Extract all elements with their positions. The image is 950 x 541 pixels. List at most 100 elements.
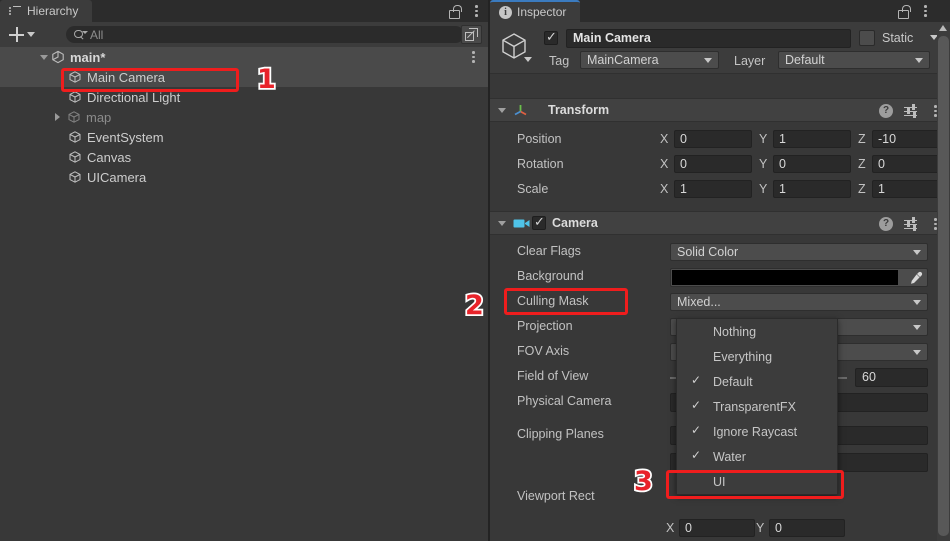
rotation-x-input[interactable]: 0 [674, 154, 752, 173]
camera-enabled-checkbox[interactable] [532, 214, 546, 230]
layer-dropdown-value: Default [785, 53, 825, 67]
transform-scale-row: Scale X 1 Y 1 Z 1 [490, 176, 950, 201]
tag-label: Tag [549, 54, 570, 68]
cube-icon [68, 130, 82, 144]
hierarchy-row-label: EventSystem [87, 129, 164, 145]
layer-label: Layer [734, 54, 766, 68]
help-icon[interactable]: ? [879, 217, 893, 231]
hierarchy-tabbar: Hierarchy [0, 0, 488, 22]
info-icon: i [499, 5, 512, 19]
static-checkbox[interactable] [859, 30, 875, 46]
chevron-down-icon[interactable] [40, 54, 48, 60]
menu-item-default[interactable]: ✓ Default [677, 369, 837, 394]
chevron-down-icon [913, 325, 921, 330]
preset-sliders-icon[interactable] [904, 217, 918, 231]
chevron-down-icon[interactable] [498, 220, 506, 226]
menu-item-transparentfx[interactable]: ✓ TransparentFX [677, 394, 837, 419]
kebab-menu-icon[interactable] [919, 4, 932, 18]
scrollbar-thumb[interactable] [938, 36, 949, 536]
rotation-y-input[interactable]: 0 [773, 154, 851, 173]
kebab-menu-icon[interactable] [470, 4, 483, 18]
rotation-label: Rotation [517, 156, 564, 171]
hierarchy-row-directional-light[interactable]: Directional Light [0, 87, 488, 107]
position-x-input[interactable]: 0 [674, 129, 752, 148]
transform-position-row: Position X 0 Y 1 Z -10 [490, 126, 950, 151]
hierarchy-row-canvas[interactable]: Canvas [0, 147, 488, 167]
clear-flags-value: Solid Color [677, 245, 739, 259]
fov-axis-label: FOV Axis [517, 344, 570, 358]
annotation-marker-1: 1 [255, 64, 277, 95]
annotation-marker-2: 2 [463, 290, 485, 321]
background-row: Background [490, 265, 950, 290]
background-color-field[interactable] [670, 268, 928, 287]
hierarchy-row-main-camera[interactable]: Main Camera [0, 67, 488, 87]
menu-item-label: UI [713, 474, 726, 489]
viewport-x-input[interactable]: 0 [679, 519, 755, 537]
transform-axis-icon [513, 103, 528, 118]
menu-item-label: Water [713, 449, 746, 464]
lock-open-icon[interactable] [897, 4, 911, 19]
cube-icon [68, 70, 82, 84]
viewport-rect-x-group: X 0 [666, 519, 762, 537]
clear-flags-dropdown[interactable]: Solid Color [670, 243, 928, 261]
tag-dropdown-value: MainCamera [587, 53, 659, 67]
background-color-swatch [672, 270, 898, 285]
chevron-down-icon[interactable] [498, 107, 506, 113]
inspector-scrollbar[interactable] [937, 22, 950, 541]
camera-component-header[interactable]: Camera ? [490, 211, 950, 235]
unity-scene-icon [51, 50, 65, 64]
transform-component-header[interactable]: Transform ? [490, 98, 950, 122]
scale-x-input[interactable]: 1 [674, 179, 752, 198]
menu-item-ui[interactable]: UI [677, 469, 837, 494]
viewport-rect-y-group: Y 0 [756, 519, 852, 537]
field-of-view-input[interactable]: 60 [855, 368, 928, 387]
camera-component-title: Camera [552, 216, 598, 230]
menu-item-everything[interactable]: Everything [677, 344, 837, 369]
clipping-planes-label: Clipping Planes [517, 427, 604, 441]
scroll-up-arrow-icon[interactable] [939, 25, 947, 31]
rotation-fields: X 0 Y 0 Z 0 [660, 154, 950, 173]
layer-dropdown[interactable]: Default [778, 51, 930, 69]
viewport-y-input[interactable]: 0 [769, 519, 845, 537]
culling-mask-menu[interactable]: Nothing Everything ✓ Default ✓ Transpare… [676, 318, 838, 495]
culling-mask-dropdown[interactable]: Mixed... [670, 293, 928, 311]
hierarchy-row-map[interactable]: map [0, 107, 488, 127]
eyedropper-icon[interactable] [909, 271, 923, 285]
menu-item-nothing[interactable]: Nothing [677, 319, 837, 344]
lock-open-icon[interactable] [448, 4, 462, 19]
create-gameobject-button[interactable] [6, 26, 38, 43]
hierarchy-row-scene[interactable]: main* [0, 47, 488, 67]
scale-y-input[interactable]: 1 [773, 179, 851, 198]
camera-header-icons: ? [879, 212, 942, 236]
gameobject-enabled-checkbox[interactable] [544, 29, 558, 45]
open-in-scene-button[interactable] [461, 25, 482, 44]
hierarchy-row-eventsystem[interactable]: EventSystem [0, 127, 488, 147]
chevron-down-icon [913, 250, 921, 255]
inspector-panel: i Inspector Main Camera [490, 0, 950, 541]
tab-inspector-label: Inspector [517, 5, 567, 19]
scale-fields: X 1 Y 1 Z 1 [660, 179, 950, 198]
tab-hierarchy[interactable]: Hierarchy [0, 0, 93, 22]
tag-dropdown[interactable]: MainCamera [580, 51, 719, 69]
plus-icon [9, 27, 24, 42]
chevron-right-icon[interactable] [55, 113, 60, 121]
chevron-down-icon[interactable] [524, 57, 532, 62]
hierarchy-row-label: Canvas [87, 149, 132, 165]
check-icon: ✓ [691, 398, 702, 412]
clear-flags-label: Clear Flags [517, 244, 581, 258]
menu-item-ignore-raycast[interactable]: ✓ Ignore Raycast [677, 419, 837, 444]
search-input[interactable]: All [66, 26, 464, 43]
help-icon[interactable]: ? [879, 104, 893, 118]
culling-mask-highlight-box [504, 288, 628, 315]
hierarchy-row-uicamera[interactable]: UICamera [0, 167, 488, 187]
scene-kebab-menu-icon[interactable] [467, 50, 480, 64]
menu-item-label: Default [713, 374, 753, 389]
axis-label-y: Y [759, 181, 768, 196]
menu-item-water[interactable]: ✓ Water [677, 444, 837, 469]
axis-label-x: X [660, 181, 669, 196]
tab-inspector[interactable]: i Inspector [490, 0, 581, 22]
preset-sliders-icon[interactable] [904, 104, 918, 118]
position-y-input[interactable]: 1 [773, 129, 851, 148]
gameobject-header: Main Camera Static Tag MainCamera Layer … [490, 22, 950, 74]
gameobject-name-input[interactable]: Main Camera [566, 29, 851, 48]
